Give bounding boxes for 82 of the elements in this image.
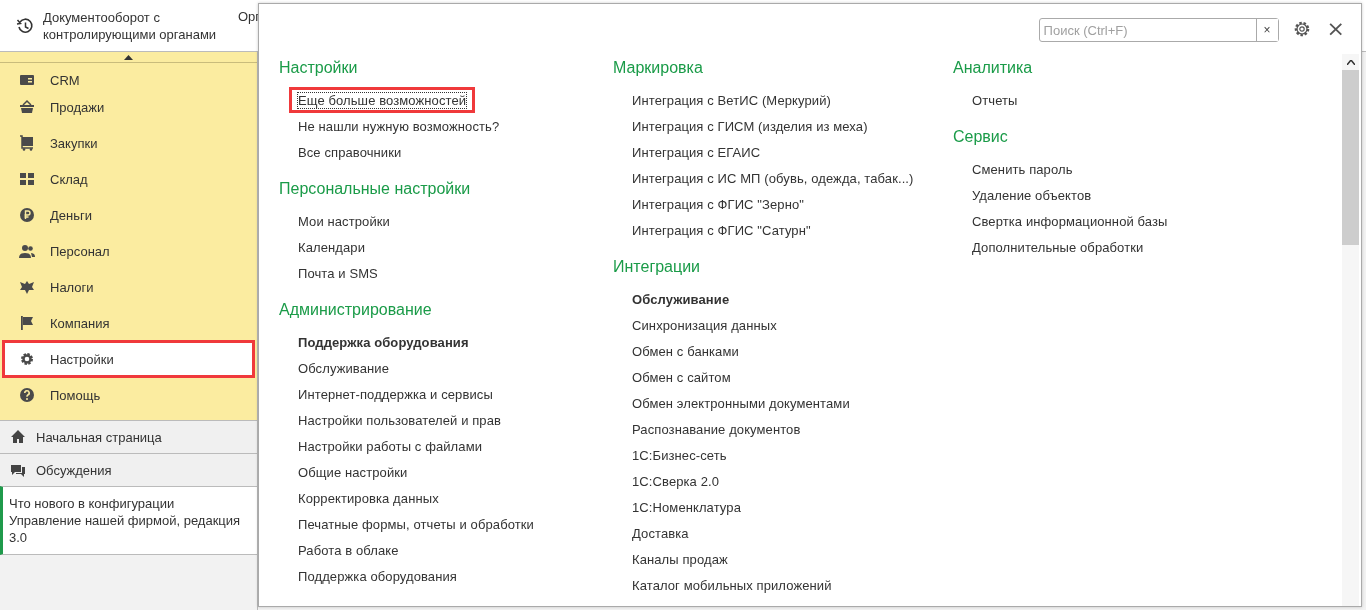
scroll-up-icon bbox=[124, 54, 133, 60]
menu-link[interactable]: Каналы продаж bbox=[623, 546, 737, 572]
menu-link[interactable]: Работа в облаке bbox=[289, 537, 408, 563]
section-heading: Маркировка bbox=[613, 58, 704, 78]
gear-icon bbox=[19, 351, 35, 367]
menu-link[interactable]: Обслуживание bbox=[623, 286, 739, 312]
menu-link[interactable]: Интеграция с ВетИС (Меркурий) bbox=[623, 87, 840, 113]
menu-link[interactable]: Все справочники bbox=[289, 139, 411, 165]
recent-link[interactable]: Документооборот с контролирующими органами bbox=[43, 8, 228, 43]
section-item[interactable]: Компания bbox=[3, 305, 254, 341]
news-text[interactable]: Что нового в конфигурации Управление нашей фирмой, редакция 3.0 bbox=[9, 495, 241, 546]
scroll-up-icon bbox=[1346, 60, 1355, 65]
home-icon bbox=[10, 429, 26, 445]
nav-link[interactable]: Начальная страница bbox=[0, 420, 258, 453]
search-field[interactable]: Поиск (Ctrl+F) × bbox=[1038, 18, 1279, 42]
menu-link[interactable]: Обмен электронными документами bbox=[623, 390, 859, 416]
basket-icon bbox=[19, 99, 35, 115]
clear-button[interactable]: × bbox=[1255, 19, 1278, 41]
close-button[interactable]: × bbox=[1324, 19, 1347, 39]
menu-link[interactable]: Интеграция с ФГИС "Зерно" bbox=[623, 191, 813, 217]
section-item[interactable]: Персонал bbox=[3, 233, 254, 269]
section-item[interactable]: Помощь bbox=[3, 377, 254, 413]
scrollbar[interactable] bbox=[1342, 54, 1359, 606]
section-heading: Сервис bbox=[953, 127, 1009, 147]
menu-link[interactable]: 1С:Номенклатура bbox=[623, 494, 750, 520]
section-heading: Интеграции bbox=[613, 257, 702, 277]
menu-link[interactable]: Отчеты bbox=[963, 87, 1027, 113]
menu-link[interactable]: Общие настройки bbox=[289, 459, 417, 485]
news-card[interactable]: Что нового в конфигурации Управление нашей фирмой, редакция 3.0 bbox=[0, 486, 258, 555]
flag-icon bbox=[19, 315, 35, 331]
help-icon bbox=[19, 387, 35, 403]
menu-link[interactable]: Поддержка оборудования bbox=[289, 563, 466, 589]
recent-link[interactable]: Орг bbox=[238, 9, 261, 24]
menu-link[interactable]: Почта и SMS bbox=[289, 260, 387, 286]
menu-link[interactable]: Интернет-поддержка и сервисы bbox=[289, 381, 502, 407]
menu-link[interactable]: Интеграция с ЕГАИС bbox=[623, 139, 770, 165]
cart-icon bbox=[19, 135, 35, 151]
section-item[interactable]: Склад bbox=[3, 161, 254, 197]
history-icon bbox=[16, 16, 34, 35]
ruble-icon bbox=[19, 207, 35, 223]
section-heading: Настройки bbox=[279, 58, 359, 78]
menu-link[interactable]: Каталог мобильных приложений bbox=[623, 572, 841, 598]
menu-link[interactable]: Печатные формы, отчеты и обработки bbox=[289, 511, 543, 537]
section-item[interactable]: Настройки bbox=[3, 341, 254, 377]
card-icon bbox=[19, 72, 35, 88]
section-item[interactable]: Деньги bbox=[3, 197, 254, 233]
menu-link[interactable]: Поддержка оборудования bbox=[289, 329, 478, 355]
section-item[interactable]: Налоги bbox=[3, 269, 254, 305]
section-item[interactable]: Закупки bbox=[3, 125, 254, 161]
section-heading: Администрирование bbox=[279, 300, 433, 320]
section-heading: Аналитика bbox=[953, 58, 1034, 78]
menu-link[interactable]: Распознавание документов bbox=[623, 416, 810, 442]
menu-link[interactable]: Удаление объектов bbox=[963, 182, 1101, 208]
section-heading: Персональные настройки bbox=[279, 179, 472, 199]
menu-link[interactable]: Свертка информационной базы bbox=[963, 208, 1177, 234]
menu-link[interactable]: Обслуживание bbox=[289, 355, 398, 381]
menu-link[interactable]: Обмен с сайтом bbox=[623, 364, 740, 390]
menu-link[interactable]: Обмен с банками bbox=[623, 338, 748, 364]
menu-link[interactable]: Дополнительные обработки bbox=[963, 234, 1153, 260]
chat-icon bbox=[10, 462, 26, 478]
menu-link[interactable]: Интеграция с ФГИС "Сатурн" bbox=[623, 217, 820, 243]
menu-link[interactable]: Доставка bbox=[623, 520, 698, 546]
menu-link[interactable]: Настройки работы с файлами bbox=[289, 433, 492, 459]
menu-link[interactable]: Синхронизация данных bbox=[623, 312, 786, 338]
scroll-thumb[interactable] bbox=[1342, 70, 1359, 245]
menu-link[interactable]: Настройки пользователей и прав bbox=[289, 407, 511, 433]
settings-icon bbox=[1292, 20, 1311, 38]
grid-icon bbox=[19, 171, 35, 187]
menu-link[interactable]: Календари bbox=[289, 234, 374, 260]
menu-link[interactable]: Интеграция с ГИСМ (изделия из меха) bbox=[623, 113, 877, 139]
menu-link[interactable]: Не нашли нужную возможность? bbox=[289, 113, 509, 139]
menu-link[interactable]: 1С:Бизнес-сеть bbox=[623, 442, 736, 468]
menu-link[interactable]: Еще больше возможностей bbox=[289, 87, 476, 113]
section-item[interactable]: CRM bbox=[3, 63, 254, 89]
menu-link[interactable]: Интеграция с ИС МП (обувь, одежда, табак...) bbox=[623, 165, 923, 191]
menu-link[interactable]: Сменить пароль bbox=[963, 156, 1082, 182]
menu-link[interactable]: Мои настройки bbox=[289, 208, 399, 234]
nav-link[interactable]: Обсуждения bbox=[0, 453, 258, 486]
people-icon bbox=[19, 243, 35, 259]
menu-link[interactable]: 1С:Сверка 2.0 bbox=[623, 468, 729, 494]
menu-link[interactable]: Корректировка данных bbox=[289, 485, 448, 511]
section-item[interactable]: Продажи bbox=[3, 89, 254, 125]
